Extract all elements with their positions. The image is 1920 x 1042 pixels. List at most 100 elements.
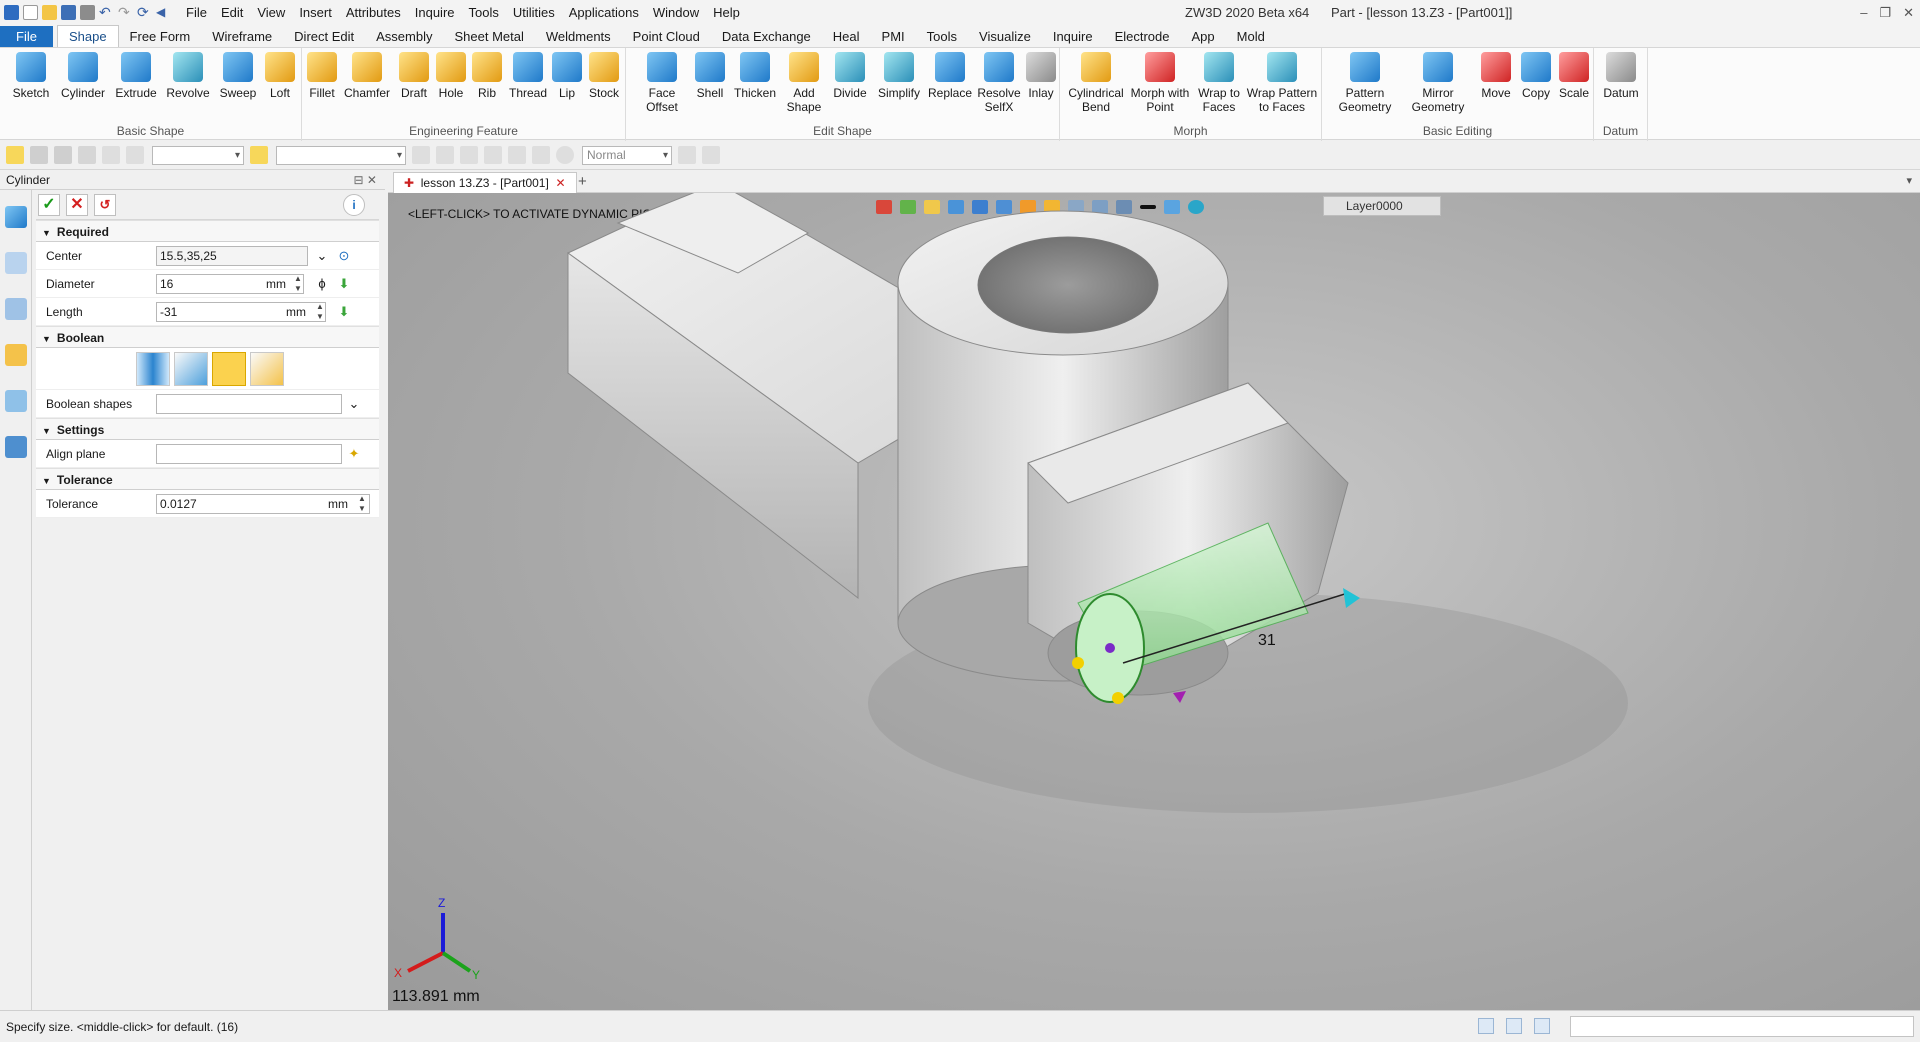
radius-handle-icon[interactable] xyxy=(1112,692,1124,704)
info-icon[interactable]: i xyxy=(343,194,365,216)
tab-list-icon[interactable]: ▾ xyxy=(1906,170,1912,193)
chamfer-button[interactable]: Chamfer xyxy=(342,52,392,100)
boolean-shapes-field[interactable] xyxy=(156,394,342,414)
tab-sheet-metal[interactable]: Sheet Metal xyxy=(444,26,535,47)
menu-window[interactable]: Window xyxy=(646,0,706,25)
pick-mode-icon[interactable] xyxy=(250,146,268,164)
app-logo-icon[interactable] xyxy=(4,5,19,20)
cylinder-button[interactable]: Cylinder xyxy=(58,52,108,100)
move-button[interactable]: Move xyxy=(1476,52,1516,100)
tab-data-exchange[interactable]: Data Exchange xyxy=(711,26,822,47)
clock-icon[interactable] xyxy=(556,146,574,164)
menu-utilities[interactable]: Utilities xyxy=(506,0,562,25)
boolean-intersect-icon[interactable] xyxy=(250,351,284,386)
add-shape-button[interactable]: Add Shape xyxy=(782,52,826,114)
tab-point-cloud[interactable]: Point Cloud xyxy=(622,26,711,47)
doc-tab-lesson[interactable]: ✚ lesson 13.Z3 - [Part001] ✕ xyxy=(393,172,577,193)
regen-icon[interactable]: ⟳ xyxy=(137,5,152,20)
cylinder-tab-icon[interactable] xyxy=(4,206,27,228)
new-file-icon[interactable] xyxy=(23,5,38,20)
panel-close-icon[interactable]: ⊟ ✕ xyxy=(354,170,377,190)
align-center-icon[interactable] xyxy=(484,146,502,164)
sketch-button[interactable]: Sketch xyxy=(8,52,54,100)
plus-icon[interactable] xyxy=(30,146,48,164)
close-icon[interactable]: ✕ xyxy=(1903,0,1914,25)
align-plane-field[interactable] xyxy=(156,444,342,464)
copy-button[interactable]: Copy xyxy=(1518,52,1554,100)
render-icon[interactable] xyxy=(532,146,550,164)
document-icon[interactable] xyxy=(1534,1018,1550,1034)
tab-direct-edit[interactable]: Direct Edit xyxy=(283,26,365,47)
graphics-viewport[interactable]: <LEFT-CLICK> TO ACTIVATE DYNAMIC PICK IN… xyxy=(388,193,1920,1010)
tab-assembly[interactable]: Assembly xyxy=(365,26,443,47)
pick-filter-icon[interactable] xyxy=(6,146,24,164)
menu-edit[interactable]: Edit xyxy=(214,0,250,25)
menu-tools[interactable]: Tools xyxy=(462,0,506,25)
length-measure-icon[interactable]: ⬇ xyxy=(336,304,352,320)
doc-close-icon[interactable]: ✕ xyxy=(555,176,565,190)
menu-help[interactable]: Help xyxy=(706,0,747,25)
pattern-geometry-button[interactable]: Pattern Geometry xyxy=(1330,52,1400,114)
morph-with-point-button[interactable]: Morph with Point xyxy=(1128,52,1192,114)
minus-icon[interactable] xyxy=(54,146,72,164)
pick-combo[interactable] xyxy=(276,145,406,165)
revolve-button[interactable]: Revolve xyxy=(162,52,214,100)
assembly-tree-icon[interactable] xyxy=(4,298,27,320)
loft-button[interactable]: Loft xyxy=(262,52,298,100)
thicken-button[interactable]: Thicken xyxy=(730,52,780,100)
datum-button[interactable]: Datum xyxy=(1598,52,1644,100)
print-icon[interactable] xyxy=(80,5,95,20)
tab-electrode[interactable]: Electrode xyxy=(1104,26,1181,47)
tab-tools[interactable]: Tools xyxy=(916,26,968,47)
minimize-icon[interactable]: – xyxy=(1860,0,1867,25)
boolean-expand-icon[interactable]: ⌄ xyxy=(346,396,362,412)
restore-icon[interactable]: ❐ xyxy=(1879,0,1891,25)
inlay-button[interactable]: Inlay xyxy=(1024,52,1058,100)
tab-free-form[interactable]: Free Form xyxy=(119,26,202,47)
snap-icon[interactable] xyxy=(412,146,430,164)
boolean-remove-icon[interactable] xyxy=(212,351,246,386)
diameter-symbol-icon[interactable]: ϕ xyxy=(314,276,330,292)
menu-inquire[interactable]: Inquire xyxy=(408,0,462,25)
menu-insert[interactable]: Insert xyxy=(292,0,339,25)
center-handle-icon[interactable] xyxy=(1105,643,1115,653)
back-arrow-icon[interactable]: ◀ xyxy=(156,5,171,20)
length-spinner[interactable]: ▲ ▼ xyxy=(316,302,324,322)
tab-shape[interactable]: Shape xyxy=(56,25,119,47)
face-offset-button[interactable]: Face Offset xyxy=(634,52,690,114)
tab-mold[interactable]: Mold xyxy=(1226,26,1276,47)
tab-heal[interactable]: Heal xyxy=(822,26,871,47)
new-tab-icon[interactable]: + xyxy=(578,170,587,193)
render-mode-combo[interactable]: Normal xyxy=(582,145,672,165)
cylindrical-bend-button[interactable]: Cylindrical Bend xyxy=(1066,52,1126,114)
wrap-to-faces-button[interactable]: Wrap to Faces xyxy=(1194,52,1244,114)
replace-button[interactable]: Replace xyxy=(926,52,974,100)
apply-icon[interactable]: ↺ xyxy=(94,193,116,216)
simplify-button[interactable]: Simplify xyxy=(874,52,924,100)
lip-button[interactable]: Lip xyxy=(552,52,582,100)
section-settings[interactable]: Settings xyxy=(36,418,379,440)
diameter-handle-icon[interactable] xyxy=(1072,657,1084,669)
undo-icon[interactable]: ↶ xyxy=(99,5,114,20)
open-folder-icon[interactable] xyxy=(42,5,57,20)
divide-button[interactable]: Divide xyxy=(828,52,872,100)
expand-down-icon[interactable]: ⌄ xyxy=(314,248,330,264)
tab-file[interactable]: File xyxy=(0,26,53,47)
settings-gear-icon[interactable] xyxy=(702,146,720,164)
menu-attributes[interactable]: Attributes xyxy=(339,0,408,25)
tab-pmi[interactable]: PMI xyxy=(871,26,916,47)
menu-applications[interactable]: Applications xyxy=(562,0,646,25)
thread-button[interactable]: Thread xyxy=(506,52,550,100)
extrude-button[interactable]: Extrude xyxy=(112,52,160,100)
boolean-base-icon[interactable] xyxy=(136,351,170,386)
status-input-field[interactable] xyxy=(1570,1016,1914,1037)
layout-icon[interactable] xyxy=(1478,1018,1494,1034)
mirror-geometry-button[interactable]: Mirror Geometry xyxy=(1402,52,1474,114)
tab-inquire[interactable]: Inquire xyxy=(1042,26,1104,47)
tab-visualize[interactable]: Visualize xyxy=(968,26,1042,47)
tab-app[interactable]: App xyxy=(1181,26,1226,47)
redo-icon[interactable]: ↷ xyxy=(118,5,133,20)
measure-icon[interactable]: ⬇ xyxy=(336,276,352,292)
boolean-add-icon[interactable] xyxy=(174,351,208,386)
user-icon[interactable] xyxy=(4,436,27,458)
